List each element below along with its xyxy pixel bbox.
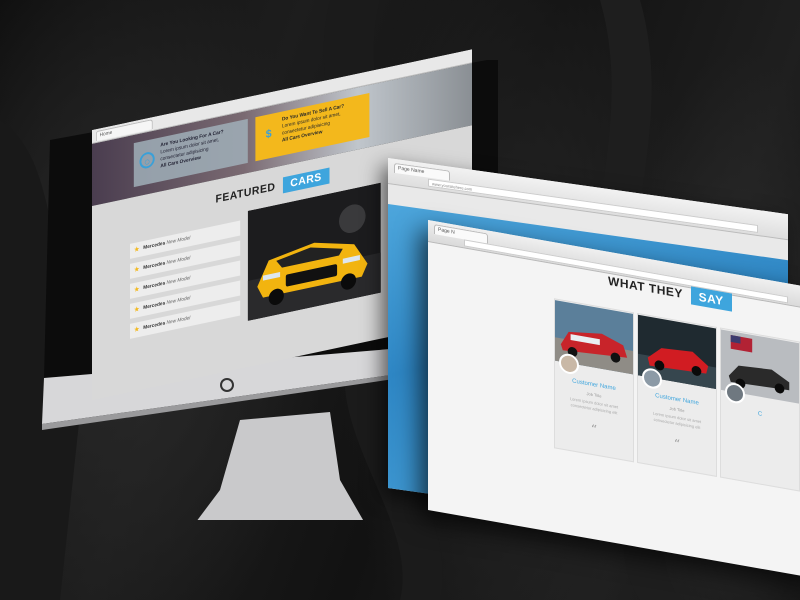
imac-logo-circle	[220, 378, 234, 392]
car-make: Mercedes	[143, 320, 166, 332]
star-icon: ★	[133, 245, 140, 255]
star-icon: ★	[133, 325, 140, 335]
car-model: New Model	[166, 255, 191, 267]
quote-icon: “	[590, 421, 598, 437]
quote-icon: “	[673, 436, 681, 452]
car-make: Mercedes	[143, 300, 166, 312]
customer-name: C	[757, 411, 763, 418]
back-browser-tab[interactable]: Page Name	[394, 162, 450, 181]
testimonial-cards: Customer Name Job Title Lorem ipsum dolo…	[554, 298, 800, 492]
car-model: New Model	[166, 275, 191, 287]
car-make: Mercedes	[143, 240, 166, 252]
yellow-car-photo	[247, 182, 381, 321]
star-icon: ★	[133, 265, 140, 275]
search-icon: ○	[139, 150, 155, 170]
car-model: New Model	[166, 295, 191, 307]
star-icon: ★	[133, 285, 140, 295]
testimonial-card[interactable]: Customer Name Job Title Lorem ipsum dolo…	[554, 298, 634, 463]
testimonial-card[interactable]: C	[720, 327, 800, 492]
car-model-list: ★ Mercedes New Model ★ Mercedes New Mode…	[130, 220, 241, 343]
featured-heading-plain: FEATURED	[215, 181, 276, 206]
dollar-icon: $	[265, 127, 272, 142]
car-model: New Model	[166, 235, 191, 247]
featured-heading-highlight: CARS	[282, 167, 330, 194]
car-model: New Model	[166, 315, 191, 327]
car-make: Mercedes	[143, 260, 166, 272]
car-make: Mercedes	[143, 280, 166, 292]
star-icon: ★	[133, 305, 140, 315]
testimonial-card[interactable]: Customer Name Job Title Lorem ipsum dolo…	[637, 312, 717, 477]
